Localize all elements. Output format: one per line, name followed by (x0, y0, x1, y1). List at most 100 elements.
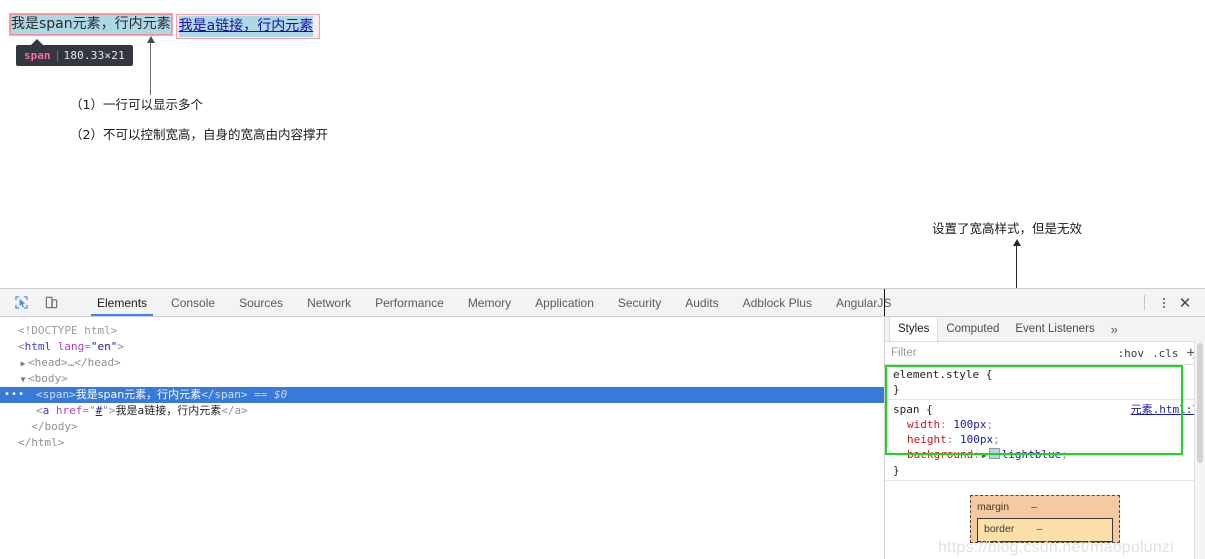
declaration-width-value: 100px (953, 418, 987, 431)
toolbar-right-separator (1144, 295, 1145, 310)
tab-audits[interactable]: Audits (673, 289, 730, 316)
styles-tab-bar: Styles Computed Event Listeners » (885, 317, 1205, 342)
tab-elements[interactable]: Elements (85, 289, 159, 316)
dom-line-html-open[interactable]: <html lang="en"> (0, 339, 884, 355)
styles-panel-scrollbar[interactable] (1194, 341, 1205, 559)
filter-input[interactable]: Filter (891, 347, 917, 359)
toolbar-panel-divider (884, 289, 885, 316)
rendered-page-area: 我是span元素，行内元素 我是a链接，行内元素 span 180.33×21 （… (0, 0, 1205, 378)
box-model-border-row: border – (984, 522, 1106, 539)
declaration-height[interactable]: height: 100px; (893, 432, 1199, 447)
styles-filter-row: Filter :hov .cls + (885, 342, 1205, 365)
styles-filter-actions: :hov .cls + (1118, 345, 1199, 361)
devtools-tab-bar: Elements Console Sources Network Perform… (85, 289, 903, 316)
inline-elements-row: 我是span元素，行内元素 我是a链接，行内元素 (9, 13, 321, 39)
dom-line-head[interactable]: ▶ <head>…</head> (0, 355, 884, 371)
tab-performance[interactable]: Performance (363, 289, 456, 316)
span-close-tag: </span> (201, 388, 248, 401)
watermark-text: https://blog.csdn.net/maopolunzi (938, 539, 1174, 556)
body-open-text: <body> (28, 372, 68, 385)
devtools-toolbar-icons (0, 289, 85, 316)
head-collapsed-text: <head>…</head> (28, 356, 121, 369)
span-node-text: 我是span元素，行内元素 (75, 388, 202, 401)
anchor-close-tag: </a> (221, 404, 248, 417)
dom-line-body-close: </body> (0, 419, 884, 435)
tab-network[interactable]: Network (295, 289, 363, 316)
annotation-note-1: （1）一行可以显示多个 (70, 97, 203, 112)
declaration-width-prop: width (907, 418, 941, 431)
tab-memory[interactable]: Memory (456, 289, 523, 316)
rule-source-link[interactable]: 元素.html:7 (1131, 402, 1199, 417)
element-style-selector: element.style { (893, 368, 993, 381)
hov-toggle[interactable]: :hov (1118, 347, 1145, 360)
box-model-border-value[interactable]: – (1036, 522, 1042, 536)
cls-toggle[interactable]: .cls (1152, 347, 1179, 360)
rule-element-style[interactable]: element.style { } (885, 365, 1205, 400)
dom-line-body-open[interactable]: ▼ <body> (0, 371, 884, 387)
span-element[interactable]: 我是span元素，行内元素 (9, 13, 173, 36)
collapse-caret-icon[interactable]: ▼ (18, 372, 28, 388)
declaration-background-value: lightblue (1001, 448, 1062, 461)
scrollbar-thumb[interactable] (1197, 343, 1203, 463)
color-expand-arrow-icon[interactable]: ▶ (980, 448, 989, 463)
tab-security[interactable]: Security (606, 289, 673, 316)
dom-line-html-close: </html> (0, 435, 884, 451)
html-attr-name: lang (57, 340, 85, 353)
dom-line-anchor[interactable]: <a href="#">我是a链接，行内元素</a> (0, 403, 884, 419)
kebab-menu-icon[interactable] (1155, 293, 1173, 313)
body-close-text: </body> (31, 420, 78, 433)
device-toolbar-icon[interactable] (40, 292, 62, 314)
element-style-close: } (893, 383, 900, 396)
tab-console[interactable]: Console (159, 289, 227, 316)
html-attr-value: "en" (90, 340, 118, 353)
dom-tree-panel[interactable]: <!DOCTYPE html> <html lang="en"> ▶ <head>… (0, 317, 884, 559)
devtools-toolbar: Elements Console Sources Network Perform… (0, 289, 1205, 317)
box-model-diagram: margin – border – (885, 481, 1205, 543)
rule-span[interactable]: 元素.html:7 span { width: 100px; height: 1… (885, 400, 1205, 481)
tab-angularjs[interactable]: AngularJS (824, 289, 903, 316)
html-tag-name: html (24, 340, 52, 353)
html-close-text: </html> (18, 436, 65, 449)
declaration-background[interactable]: background: ▶ lightblue; (893, 447, 1199, 463)
link-highlight-box: 我是a链接，行内元素 (175, 14, 321, 39)
devtools-body: <!DOCTYPE html> <html lang="en"> ▶ <head>… (0, 317, 1205, 559)
expand-caret-icon[interactable]: ▶ (18, 356, 28, 372)
tab-adblock-plus[interactable]: Adblock Plus (731, 289, 824, 316)
tab-event-listeners[interactable]: Event Listeners (1007, 317, 1102, 341)
anchor-node-text: 我是a链接，行内元素 (115, 404, 222, 417)
box-model-margin-label: margin (977, 501, 1010, 513)
span-rule-close: } (893, 464, 900, 477)
dom-line-span-selected[interactable]: ••• <span>我是span元素，行内元素</span> == $0 (0, 387, 884, 403)
devtools-panel: Elements Console Sources Network Perform… (0, 288, 1205, 559)
tab-computed[interactable]: Computed (938, 317, 1007, 341)
annotation-arrow-up-left (147, 36, 155, 95)
inspector-size-tooltip: span 180.33×21 (16, 39, 133, 66)
box-model-margin-value[interactable]: – (1031, 500, 1037, 514)
declaration-height-value: 100px (960, 433, 994, 446)
color-swatch-icon[interactable] (988, 448, 1000, 459)
tab-sources[interactable]: Sources (227, 289, 295, 316)
close-icon[interactable]: ✕ (1175, 293, 1195, 313)
devtools-toolbar-right: ✕ (1136, 289, 1205, 316)
anchor-element[interactable]: 我是a链接，行内元素 (178, 16, 314, 37)
chevron-double-right-icon[interactable]: » (1103, 317, 1126, 341)
tab-application[interactable]: Application (523, 289, 606, 316)
tooltip-divider (56, 49, 58, 62)
box-model-border-label: border (984, 523, 1015, 535)
tab-styles[interactable]: Styles (889, 317, 939, 341)
span-open-tag: <span> (36, 388, 76, 401)
declaration-height-prop: height (907, 433, 947, 446)
inspect-cursor-icon[interactable] (10, 292, 32, 314)
annotation-note-3: 设置了宽高样式，但是无效 (932, 221, 1083, 236)
doctype-text: <!DOCTYPE html> (18, 324, 118, 337)
styles-panel: Styles Computed Event Listeners » Filter… (884, 317, 1205, 559)
annotation-note-2: （2）不可以控制宽高，自身的宽高由内容撑开 (70, 127, 328, 142)
declaration-background-prop: background (907, 448, 974, 461)
dom-line-doctype: <!DOCTYPE html> (0, 323, 884, 339)
selected-node-marker: == $0 (254, 388, 288, 401)
box-model-margin-row: margin – (977, 500, 1113, 517)
box-model-margin[interactable]: margin – border – (970, 495, 1120, 543)
tooltip-dimensions: 180.33×21 (63, 49, 125, 62)
declaration-width[interactable]: width: 100px; (893, 417, 1199, 432)
styles-rules-list: element.style { } 元素.html:7 span { width… (885, 365, 1205, 559)
